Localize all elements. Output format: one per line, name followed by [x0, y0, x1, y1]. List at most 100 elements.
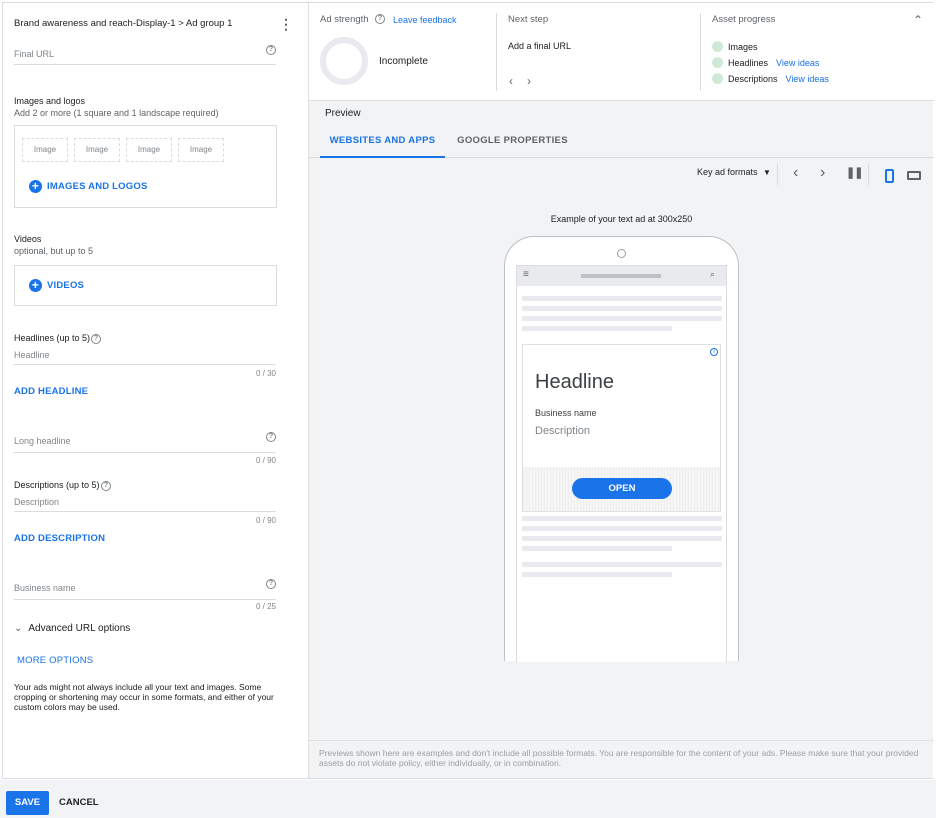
ad-headline: Headline	[535, 371, 614, 393]
add-videos-label: VIDEOS	[47, 280, 85, 291]
placeholder-line	[522, 296, 722, 301]
mock-app-bar: ≡ ⌕	[517, 266, 726, 286]
cancel-button[interactable]: CANCEL	[59, 791, 99, 815]
dropdown-arrow-icon: ▼	[763, 168, 771, 177]
pause-icon[interactable]: ❚❚	[846, 166, 863, 179]
asset-progress-item: Images	[712, 41, 758, 52]
progress-dot-icon	[712, 73, 723, 84]
long-headline-field[interactable]: Long headline ?	[14, 431, 276, 453]
images-box: Image Image Image Image + IMAGES AND LOG…	[14, 125, 277, 208]
placeholder-line	[522, 526, 722, 531]
preview-tabs: WEBSITES AND APPS GOOGLE PROPERTIES	[309, 127, 934, 158]
placeholder-line	[522, 536, 722, 541]
view-ideas-link[interactable]: View ideas	[786, 74, 829, 84]
videos-section-subtitle: optional, but up to 5	[14, 246, 94, 256]
chevron-left-icon[interactable]: ‹	[509, 74, 513, 88]
footer-bar: SAVE CANCEL	[0, 780, 936, 818]
breadcrumb: Brand awareness and reach-Display-1 > Ad…	[14, 18, 233, 29]
image-slot[interactable]: Image	[22, 138, 68, 162]
ad-description: Description	[535, 425, 591, 437]
chevron-right-icon[interactable]: ›	[527, 74, 531, 88]
tab-websites-and-apps[interactable]: WEBSITES AND APPS	[320, 127, 445, 158]
asset-progress-item: Headlines View ideas	[712, 57, 819, 68]
menu-icon: ≡	[523, 269, 529, 280]
divider	[700, 13, 701, 91]
headlines-section-title: Headlines (up to 5)	[14, 333, 91, 343]
headline-field[interactable]: Headline	[14, 347, 276, 365]
advanced-url-label: Advanced URL options	[28, 623, 131, 634]
ad-footer: OPEN	[523, 467, 720, 511]
descriptions-section-title: Descriptions (up to 5)	[14, 480, 100, 490]
more-options-button[interactable]: MORE OPTIONS	[17, 655, 93, 666]
search-icon: ⌕	[710, 269, 716, 279]
crop-note: Your ads might not always include all yo…	[14, 682, 274, 712]
asset-name: Images	[728, 41, 758, 52]
final-url-field[interactable]: Final URL ?	[14, 43, 276, 65]
tab-google-properties[interactable]: GOOGLE PROPERTIES	[450, 127, 575, 158]
placeholder-line	[522, 562, 722, 567]
placeholder-line	[522, 316, 722, 321]
ad-editor-window: Brand awareness and reach-Display-1 > Ad…	[2, 2, 934, 779]
advanced-url-toggle[interactable]: ⌄ Advanced URL options	[14, 623, 130, 634]
business-name-counter: 0 / 25	[255, 602, 276, 611]
divider	[777, 163, 778, 185]
description-field[interactable]: Description	[14, 494, 276, 512]
long-headline-placeholder: Long headline	[14, 436, 71, 446]
placeholder-line	[522, 326, 672, 331]
asset-name: Descriptions	[728, 73, 778, 84]
add-images-label: IMAGES AND LOGOS	[47, 181, 148, 192]
add-circle-icon: +	[29, 279, 42, 292]
placeholder-line	[522, 306, 722, 311]
asset-name: Headlines	[728, 57, 769, 68]
ad-strength-label: Ad strength	[320, 14, 369, 25]
next-icon[interactable]: ›	[820, 164, 825, 182]
mock-url-bar	[581, 274, 661, 278]
progress-dot-icon	[712, 41, 723, 52]
ad-format-select[interactable]: Key ad formats ▼	[697, 167, 771, 177]
desktop-device-icon[interactable]	[907, 171, 921, 180]
view-ideas-link[interactable]: View ideas	[776, 58, 819, 68]
image-slot[interactable]: Image	[74, 138, 120, 162]
add-circle-icon: +	[29, 180, 42, 193]
divider	[496, 13, 497, 91]
adchoices-icon: i	[710, 348, 718, 356]
phone-screen: ≡ ⌕ i Headline Business name Description…	[516, 265, 727, 662]
more-menu-icon[interactable]: ⋮	[279, 17, 293, 32]
add-images-button[interactable]: + IMAGES AND LOGOS	[29, 180, 148, 193]
phone-mockup: ≡ ⌕ i Headline Business name Description…	[504, 236, 739, 662]
help-icon[interactable]: ?	[266, 432, 276, 442]
preview-label: Preview	[325, 108, 361, 119]
description-placeholder: Description	[14, 497, 60, 507]
add-description-button[interactable]: ADD DESCRIPTION	[14, 533, 105, 544]
previous-icon[interactable]: ‹	[793, 164, 798, 182]
help-icon[interactable]: ?	[266, 45, 276, 55]
divider	[868, 163, 869, 185]
add-videos-button[interactable]: + VIDEOS	[29, 279, 84, 292]
status-bar: Ad strength ? Leave feedback Incomplete …	[309, 3, 934, 101]
asset-progress-item: Descriptions View ideas	[712, 73, 829, 84]
phone-camera	[617, 249, 626, 258]
asset-progress-label: Asset progress	[712, 14, 776, 25]
long-headline-counter: 0 / 90	[255, 456, 276, 465]
add-headline-button[interactable]: ADD HEADLINE	[14, 386, 88, 397]
mobile-device-icon[interactable]	[885, 169, 894, 183]
help-icon[interactable]: ?	[266, 579, 276, 589]
image-slot[interactable]: Image	[126, 138, 172, 162]
ad-strength-value: Incomplete	[379, 56, 428, 67]
chevron-up-icon[interactable]: ⌃	[913, 13, 923, 27]
final-url-placeholder: Final URL	[14, 49, 55, 59]
ad-format-value: Key ad formats	[697, 167, 758, 177]
next-step-value: Add a final URL	[508, 41, 572, 51]
business-name-placeholder: Business name	[14, 583, 76, 593]
asset-editor-panel: Brand awareness and reach-Display-1 > Ad…	[3, 3, 308, 778]
image-slot[interactable]: Image	[178, 138, 224, 162]
help-icon[interactable]: ?	[91, 334, 101, 344]
divider	[309, 740, 934, 741]
help-icon[interactable]: ?	[375, 14, 385, 24]
ad-cta-button: OPEN	[572, 478, 672, 499]
placeholder-line	[522, 516, 722, 521]
leave-feedback-link[interactable]: Leave feedback	[393, 15, 457, 25]
business-name-field[interactable]: Business name ?	[14, 578, 276, 600]
help-icon[interactable]: ?	[101, 481, 111, 491]
save-button[interactable]: SAVE	[6, 791, 49, 815]
